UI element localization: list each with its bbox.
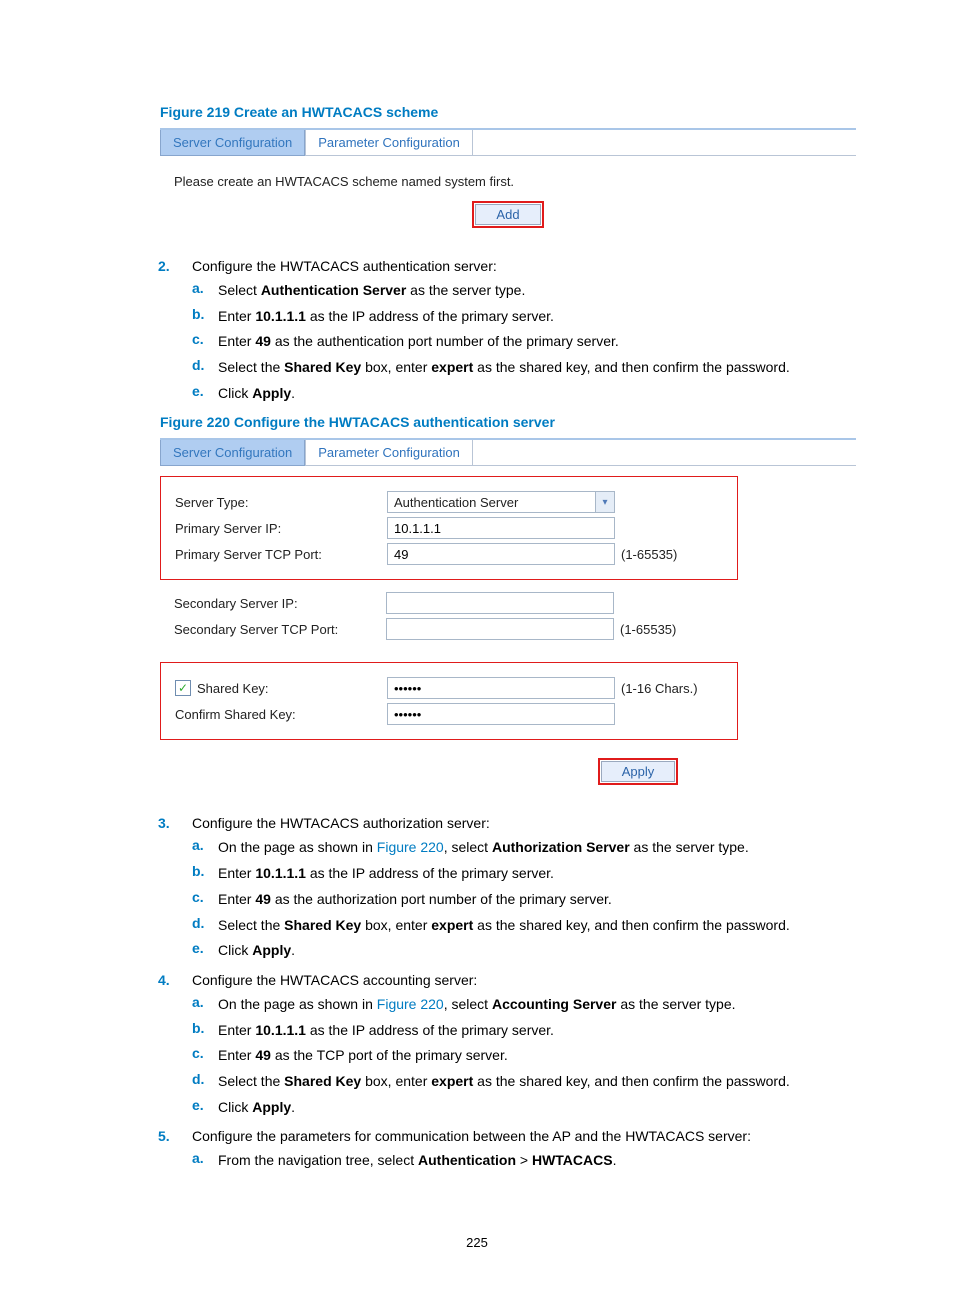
primary-server-group: Server Type: Authentication Server ▾ Pri… bbox=[160, 476, 738, 580]
apply-button-highlight: Apply bbox=[598, 758, 679, 785]
step-3a: On the page as shown in Figure 220, sele… bbox=[218, 837, 856, 859]
chevron-down-icon: ▾ bbox=[595, 492, 614, 512]
step-4a: On the page as shown in Figure 220, sele… bbox=[218, 994, 856, 1016]
step-2e-l: e. bbox=[158, 383, 218, 405]
step-4-num: 4. bbox=[158, 972, 192, 988]
step-5-num: 5. bbox=[158, 1128, 192, 1144]
step-2-text: Configure the HWTACACS authentication se… bbox=[192, 258, 856, 274]
step-3e-l: e. bbox=[158, 940, 218, 962]
secondary-ip-input[interactable] bbox=[386, 592, 614, 614]
step-3b-l: b. bbox=[158, 863, 218, 885]
step-3-text: Configure the HWTACACS authorization ser… bbox=[192, 815, 856, 831]
tab-parameter-configuration[interactable]: Parameter Configuration bbox=[305, 440, 473, 466]
step-2d: Select the Shared Key box, enter expert … bbox=[218, 357, 856, 379]
step-3d: Select the Shared Key box, enter expert … bbox=[218, 915, 856, 937]
shared-key-checkbox[interactable]: ✓ bbox=[175, 680, 191, 696]
step-2b: Enter 10.1.1.1 as the IP address of the … bbox=[218, 306, 856, 328]
step-2c: Enter 49 as the authentication port numb… bbox=[218, 331, 856, 353]
add-button-highlight: Add bbox=[472, 201, 543, 228]
label-secondary-ip: Secondary Server IP: bbox=[174, 596, 386, 611]
step-2a: Select Authentication Server as the serv… bbox=[218, 280, 856, 302]
figure-220-caption: Figure 220 Configure the HWTACACS authen… bbox=[160, 414, 856, 430]
step-5a: From the navigation tree, select Authent… bbox=[218, 1150, 856, 1172]
step-3b: Enter 10.1.1.1 as the IP address of the … bbox=[218, 863, 856, 885]
tab-spacer bbox=[473, 440, 856, 466]
figure-220-link[interactable]: Figure 220 bbox=[377, 839, 444, 855]
secondary-port-input[interactable] bbox=[386, 618, 614, 640]
tab-server-configuration[interactable]: Server Configuration bbox=[160, 130, 305, 156]
fig219-message: Please create an HWTACACS scheme named s… bbox=[160, 156, 856, 197]
step-3c-l: c. bbox=[158, 889, 218, 911]
label-server-type: Server Type: bbox=[175, 495, 387, 510]
step-4b: Enter 10.1.1.1 as the IP address of the … bbox=[218, 1020, 856, 1042]
add-button[interactable]: Add bbox=[475, 204, 540, 225]
label-shared-key: Shared Key: bbox=[197, 681, 269, 696]
step-3c: Enter 49 as the authorization port numbe… bbox=[218, 889, 856, 911]
step-4c: Enter 49 as the TCP port of the primary … bbox=[218, 1045, 856, 1067]
fig219-tabs: Server Configuration Parameter Configura… bbox=[160, 128, 856, 156]
step-2b-l: b. bbox=[158, 306, 218, 328]
step-5a-l: a. bbox=[158, 1150, 218, 1172]
step-4a-l: a. bbox=[158, 994, 218, 1016]
step-3-num: 3. bbox=[158, 815, 192, 831]
figure-220-link[interactable]: Figure 220 bbox=[377, 996, 444, 1012]
step-4c-l: c. bbox=[158, 1045, 218, 1067]
label-primary-ip: Primary Server IP: bbox=[175, 521, 387, 536]
confirm-key-input[interactable] bbox=[387, 703, 615, 725]
shared-key-input[interactable] bbox=[387, 677, 615, 699]
step-4e-l: e. bbox=[158, 1097, 218, 1119]
fig220-tabs: Server Configuration Parameter Configura… bbox=[160, 438, 856, 466]
step-3a-l: a. bbox=[158, 837, 218, 859]
tab-parameter-configuration[interactable]: Parameter Configuration bbox=[305, 130, 473, 156]
step-2a-l: a. bbox=[158, 280, 218, 302]
page-number: 225 bbox=[0, 1235, 954, 1250]
shared-key-group: ✓ Shared Key: (1-16 Chars.) Confirm Shar… bbox=[160, 662, 738, 740]
step-5-text: Configure the parameters for communicati… bbox=[192, 1128, 856, 1144]
server-type-select[interactable]: Authentication Server ▾ bbox=[387, 491, 615, 513]
hint-port: (1-65535) bbox=[621, 547, 677, 562]
tab-server-configuration[interactable]: Server Configuration bbox=[160, 440, 305, 466]
hint-key: (1-16 Chars.) bbox=[621, 681, 698, 696]
tab-spacer bbox=[473, 130, 856, 156]
step-4d: Select the Shared Key box, enter expert … bbox=[218, 1071, 856, 1093]
step-3e: Click Apply. bbox=[218, 940, 856, 962]
apply-button[interactable]: Apply bbox=[601, 761, 676, 782]
primary-port-input[interactable] bbox=[387, 543, 615, 565]
step-2-num: 2. bbox=[158, 258, 192, 274]
figure-219-caption: Figure 219 Create an HWTACACS scheme bbox=[160, 104, 856, 120]
step-2d-l: d. bbox=[158, 357, 218, 379]
step-4d-l: d. bbox=[158, 1071, 218, 1093]
primary-ip-input[interactable] bbox=[387, 517, 615, 539]
step-2c-l: c. bbox=[158, 331, 218, 353]
step-4-text: Configure the HWTACACS accounting server… bbox=[192, 972, 856, 988]
hint-port: (1-65535) bbox=[620, 622, 676, 637]
step-4e: Click Apply. bbox=[218, 1097, 856, 1119]
step-2e: Click Apply. bbox=[218, 383, 856, 405]
label-primary-port: Primary Server TCP Port: bbox=[175, 547, 387, 562]
step-4b-l: b. bbox=[158, 1020, 218, 1042]
step-3d-l: d. bbox=[158, 915, 218, 937]
label-secondary-port: Secondary Server TCP Port: bbox=[174, 622, 386, 637]
label-confirm-key: Confirm Shared Key: bbox=[175, 707, 387, 722]
